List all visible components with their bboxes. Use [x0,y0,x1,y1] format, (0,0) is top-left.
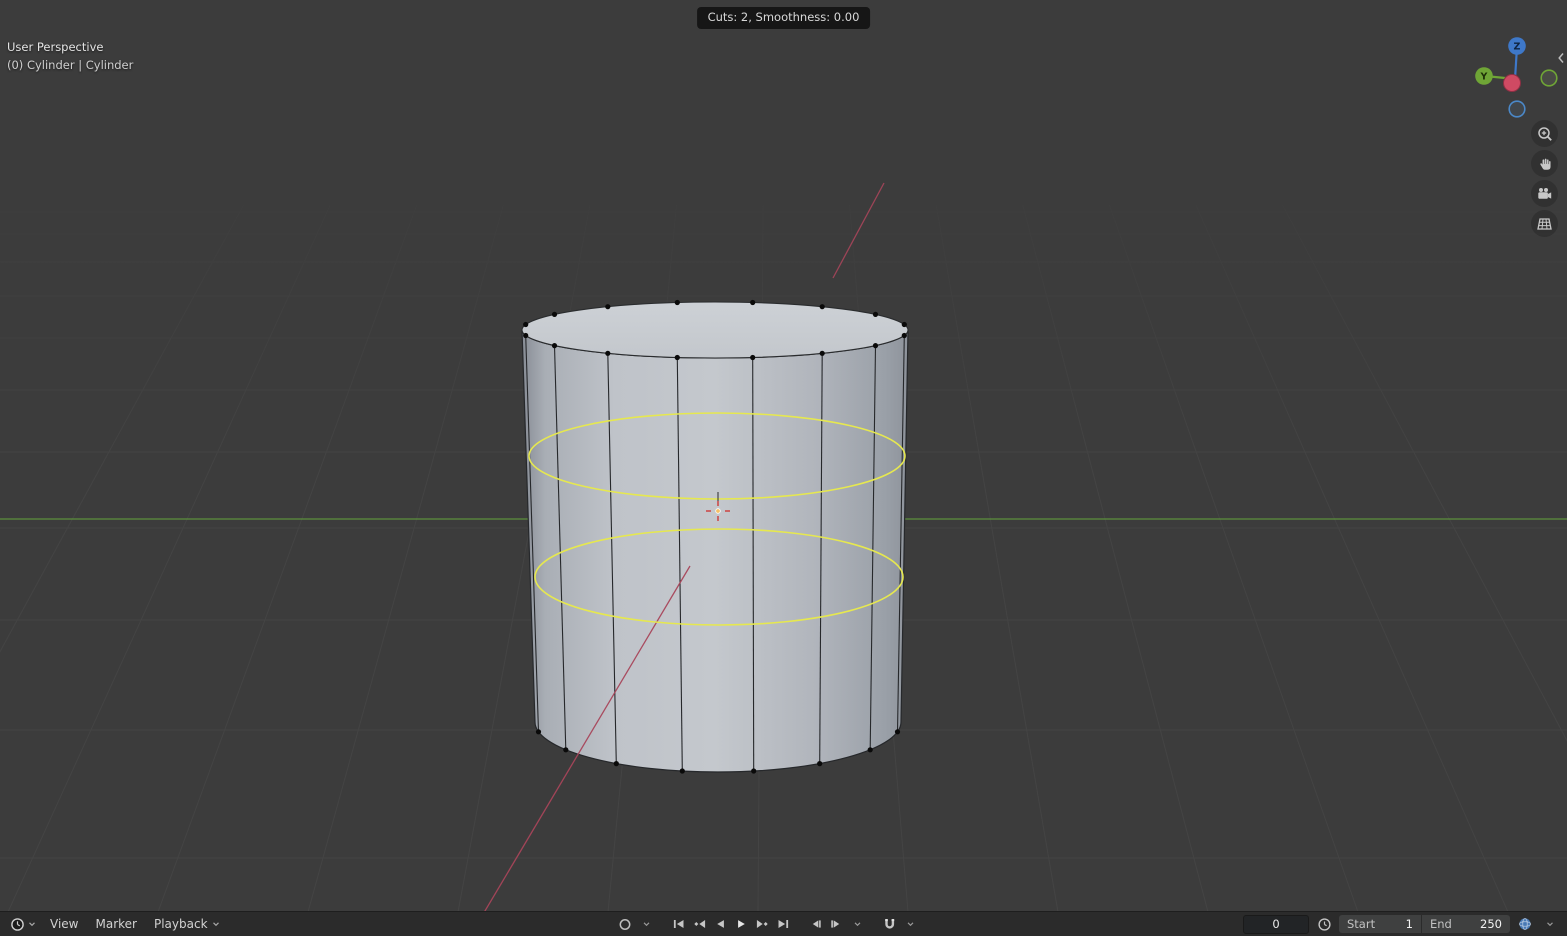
sidebar-collapse-button[interactable] [1556,50,1566,66]
preview-range-button[interactable] [1314,915,1334,933]
navigation-gizmo[interactable]: Z Y [1472,33,1562,121]
play-button[interactable] [731,915,751,933]
prev-frame-icon [812,920,821,928]
active-object-label: (0) Cylinder | Cylinder [7,58,134,72]
record-icon [619,918,631,930]
cylinder-top-face[interactable] [521,301,909,359]
viewport-labels: User Perspective (0) Cylinder | Cylinder [7,38,133,74]
menu-playback[interactable]: Playback [146,915,228,933]
viewport-canvas[interactable] [0,0,1567,912]
timeline-bar: View Marker Playback 0 Start 1 End 250 [0,911,1567,936]
jump-to-start-button[interactable] [668,915,688,933]
editor-type-clock-icon [11,917,24,931]
menu-view[interactable]: View [42,915,86,933]
playhead-snap-button[interactable] [879,915,899,933]
jump-end-icon [778,920,788,928]
ortho-toggle-button[interactable] [1531,210,1558,237]
camera-view-button[interactable] [1531,180,1558,207]
scene-options-button[interactable] [1540,915,1560,933]
preview-range-clock-icon [1317,917,1331,931]
chevron-down-icon [854,921,861,926]
pan-button[interactable] [1531,150,1558,177]
cylinder-mesh[interactable] [521,299,909,774]
y-axis-negative-ball[interactable] [1540,69,1558,87]
snap-magnet-icon [885,918,895,929]
end-frame-field[interactable]: End 250 [1422,915,1510,933]
z-axis-negative-ball[interactable] [1508,100,1526,118]
collapse-left-icon [1558,53,1564,63]
scene-globe-icon [1518,917,1532,931]
keying-options-button[interactable] [636,915,656,933]
start-frame-value[interactable]: 1 [1406,917,1413,931]
frame-range-group: Start 1 End 250 [1339,915,1510,933]
x-axis-ball[interactable] [1503,74,1521,92]
viewport-3d[interactable] [0,0,1567,912]
menu-marker-label: Marker [95,917,137,931]
prev-keyframe-icon [694,920,705,928]
snap-options-button[interactable] [900,915,920,933]
prev-keyframe-button[interactable] [689,915,709,933]
jump-to-end-button[interactable] [773,915,793,933]
play-reverse-button[interactable] [710,915,730,933]
camera-view-icon [1538,187,1552,199]
start-frame-field[interactable]: Start 1 [1339,915,1421,933]
z-axis-label: Z [1514,42,1521,53]
chevron-down-icon [907,921,914,926]
current-frame-value[interactable]: 0 [1272,917,1279,931]
jump-start-icon [673,920,684,928]
ortho-grid-icon [1537,217,1552,230]
pan-hand-icon [1539,158,1551,170]
playback-controls [615,915,920,933]
timeline-menus: View Marker Playback [0,915,228,934]
current-frame-field[interactable]: 0 [1243,914,1309,934]
auto-keying-button[interactable] [615,915,635,933]
viewport-nav-tools [1531,120,1558,237]
view-perspective-label: User Perspective [7,40,104,54]
next-frame-icon [831,920,840,928]
next-keyframe-button[interactable] [752,915,772,933]
chevron-down-icon [29,921,35,926]
chevron-down-icon [212,921,219,926]
play-reverse-icon [717,920,724,928]
chevron-down-icon [1547,921,1553,926]
end-frame-label[interactable]: End [1430,917,1452,931]
operator-status: Cuts: 2, Smoothness: 0.00 [696,7,871,29]
chevron-down-icon [643,921,650,926]
blender-window: Cuts: 2, Smoothness: 0.00 User Perspecti… [0,0,1567,936]
frame-range-controls: 0 Start 1 End 250 [1243,914,1567,934]
next-frame-button[interactable] [826,915,846,933]
prev-frame-button[interactable] [805,915,825,933]
cylinder-side[interactable] [521,329,909,773]
zoom-button[interactable] [1531,120,1558,147]
play-icon [737,920,745,928]
menu-playback-label: Playback [153,917,208,931]
menu-marker[interactable]: Marker [87,915,144,933]
menu-view-label: View [50,917,79,931]
end-frame-value[interactable]: 250 [1480,917,1502,931]
frame-step-options-button[interactable] [847,915,867,933]
editor-type-button[interactable] [5,915,41,934]
scene-button[interactable] [1515,915,1535,933]
y-axis-label: Y [1480,72,1488,83]
start-frame-label[interactable]: Start [1347,917,1375,931]
zoom-icon [1537,126,1552,141]
next-keyframe-icon [756,920,768,928]
